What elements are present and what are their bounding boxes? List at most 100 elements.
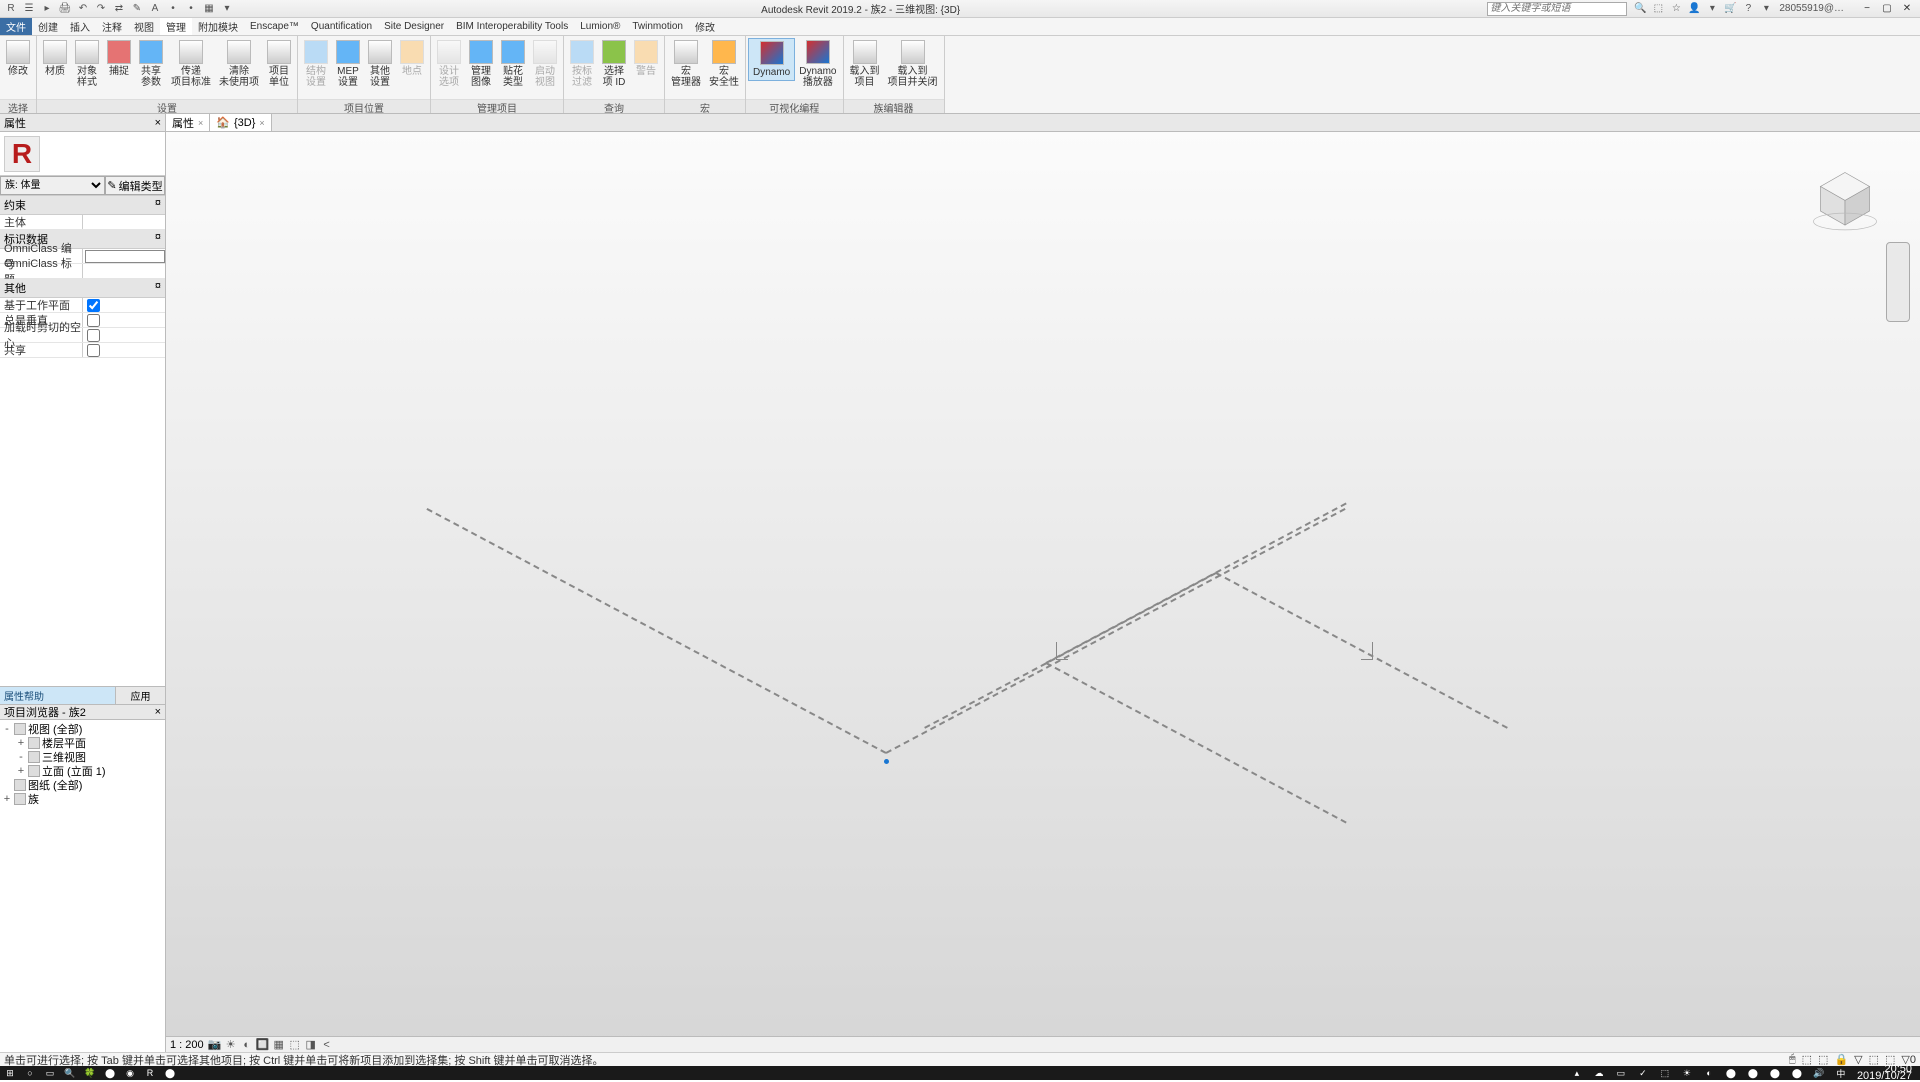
properties-close-icon[interactable]: × <box>155 117 161 129</box>
tab-Quantification[interactable]: Quantification <box>305 18 378 35</box>
tray-icon-0[interactable]: ▴ <box>1567 1066 1587 1080</box>
qat-item-5[interactable]: ↷ <box>94 2 108 16</box>
status-icon-1[interactable]: ⬚ <box>1802 1053 1812 1066</box>
qat-item-8[interactable]: A <box>148 2 162 16</box>
doc-tab-1[interactable]: 🏠{3D}× <box>210 114 271 131</box>
checkbox[interactable] <box>87 299 100 312</box>
properties-help-link[interactable]: 属性帮助 <box>0 687 115 704</box>
ribbon-btn-载入到项目[interactable]: 载入到 项目 <box>846 38 884 90</box>
tab-Site Designer[interactable]: Site Designer <box>378 18 450 35</box>
ribbon-btn-贴花类型[interactable]: 贴花 类型 <box>497 38 529 90</box>
taskbar-clock[interactable]: 20:502019/10/27 <box>1853 1066 1916 1080</box>
tray-icon-3[interactable]: ✓ <box>1633 1066 1653 1080</box>
props-value[interactable] <box>82 298 165 312</box>
checkbox[interactable] <box>87 344 100 357</box>
tab-Enscape™[interactable]: Enscape™ <box>244 18 305 35</box>
qat-item-12[interactable]: ▾ <box>220 2 234 16</box>
qat-item-0[interactable]: R <box>4 2 18 16</box>
ribbon-btn-选择项 ID[interactable]: 选择 项 ID <box>598 38 630 90</box>
tree-expander-icon[interactable]: + <box>16 737 26 749</box>
props-value[interactable] <box>82 215 165 229</box>
tray-icon-1[interactable]: ☁ <box>1589 1066 1609 1080</box>
props-value[interactable] <box>82 313 165 327</box>
browser-node[interactable]: 图纸 (全部) <box>2 778 163 792</box>
status-icon-0[interactable]: 🖱 <box>1789 1053 1796 1066</box>
project-browser-close-icon[interactable]: × <box>155 706 161 718</box>
close-button[interactable]: ✕ <box>1898 2 1916 16</box>
ribbon-btn-宏安全性[interactable]: 宏 安全性 <box>705 38 743 90</box>
tab-Twinmotion[interactable]: Twinmotion <box>626 18 689 35</box>
taskbar-app-1[interactable]: ○ <box>20 1066 40 1080</box>
tree-expander-icon[interactable]: + <box>2 793 12 805</box>
tab-插入[interactable]: 插入 <box>64 18 96 35</box>
viewbar-icon-6[interactable]: ◨ <box>304 1038 318 1052</box>
minimize-button[interactable]: − <box>1858 2 1876 16</box>
tray-icon-8[interactable]: ⬤ <box>1743 1066 1763 1080</box>
checkbox[interactable] <box>87 329 100 342</box>
taskbar-app-8[interactable]: ⬤ <box>160 1066 180 1080</box>
infocenter-search-input[interactable] <box>1487 2 1627 16</box>
edit-type-button[interactable]: ✎编辑类型 <box>105 176 165 195</box>
infocenter-icon-2[interactable]: ☆ <box>1669 2 1683 16</box>
tray-icon-7[interactable]: ⬤ <box>1721 1066 1741 1080</box>
close-icon[interactable]: × <box>259 118 264 128</box>
infocenter-icon-3[interactable]: 👤 <box>1687 2 1701 16</box>
props-section-约束[interactable]: 约束¤ <box>0 196 165 215</box>
props-value[interactable] <box>82 264 165 278</box>
qat-item-2[interactable]: ▸ <box>40 2 54 16</box>
taskbar-app-0[interactable]: ⊞ <box>0 1066 20 1080</box>
tray-icon-12[interactable]: 中 <box>1831 1066 1851 1080</box>
tray-icon-5[interactable]: ☀ <box>1677 1066 1697 1080</box>
maximize-button[interactable]: ▢ <box>1878 2 1896 16</box>
tab-管理[interactable]: 管理 <box>160 18 192 35</box>
ribbon-btn-管理图像[interactable]: 管理 图像 <box>465 38 497 90</box>
tree-expander-icon[interactable]: + <box>16 765 26 777</box>
tree-expander-icon[interactable]: - <box>2 723 12 735</box>
viewbar-icon-5[interactable]: ⬚ <box>288 1038 302 1052</box>
status-icon-5[interactable]: ⬚ <box>1869 1053 1879 1066</box>
browser-node[interactable]: +族 <box>2 792 163 806</box>
taskbar-app-7[interactable]: R <box>140 1066 160 1080</box>
tray-icon-10[interactable]: ⬤ <box>1787 1066 1807 1080</box>
infocenter-icon-5[interactable]: 🛒 <box>1723 2 1737 16</box>
3d-viewport[interactable]: 1 : 200 📷☀◐🔲▦⬚◨< <box>166 132 1920 1052</box>
viewbar-icon-2[interactable]: ◐ <box>240 1038 254 1052</box>
status-icon-2[interactable]: ⬚ <box>1818 1053 1828 1066</box>
ribbon-btn-修改[interactable]: 修改 <box>2 38 34 79</box>
tray-icon-6[interactable]: ◐ <box>1699 1066 1719 1080</box>
doc-tab-0[interactable]: 属性× <box>166 114 210 131</box>
props-value[interactable] <box>82 343 165 357</box>
ribbon-btn-MEP设置[interactable]: MEP 设置 <box>332 38 364 90</box>
tab-Lumion®[interactable]: Lumion® <box>574 18 626 35</box>
ribbon-btn-对象样式[interactable]: 对象 样式 <box>71 38 103 90</box>
qat-item-6[interactable]: ⇄ <box>112 2 126 16</box>
checkbox[interactable] <box>87 314 100 327</box>
close-icon[interactable]: × <box>198 118 203 128</box>
tab-BIM Interoperability Tools[interactable]: BIM Interoperability Tools <box>450 18 574 35</box>
qat-item-3[interactable]: 🖨 <box>58 2 72 16</box>
tab-注释[interactable]: 注释 <box>96 18 128 35</box>
props-value[interactable] <box>82 328 165 342</box>
taskbar-app-4[interactable]: 🍀 <box>80 1066 100 1080</box>
viewbar-icon-3[interactable]: 🔲 <box>256 1038 270 1052</box>
viewbar-icon-0[interactable]: 📷 <box>208 1038 222 1052</box>
viewbar-icon-4[interactable]: ▦ <box>272 1038 286 1052</box>
props-section-其他[interactable]: 其他¤ <box>0 279 165 298</box>
properties-apply-button[interactable]: 应用 <box>115 687 165 704</box>
origin-point[interactable] <box>884 759 889 764</box>
viewcube[interactable] <box>1810 162 1880 232</box>
ribbon-btn-材质[interactable]: 材质 <box>39 38 71 79</box>
infocenter-icon-1[interactable]: ⬚ <box>1651 2 1665 16</box>
qat-item-10[interactable]: • <box>184 2 198 16</box>
user-label[interactable]: 28055919@… <box>1779 2 1844 16</box>
infocenter-icon-0[interactable]: 🔍 <box>1633 2 1647 16</box>
taskbar-app-2[interactable]: ▭ <box>40 1066 60 1080</box>
ribbon-btn-载入到项目并关闭[interactable]: 载入到 项目并关闭 <box>884 38 942 90</box>
taskbar-app-3[interactable]: 🔍 <box>60 1066 80 1080</box>
ribbon-btn-Dynamo播放器[interactable]: Dynamo 播放器 <box>795 38 840 90</box>
ribbon-btn-清除未使用项[interactable]: 清除 未使用项 <box>215 38 263 90</box>
qat-item-4[interactable]: ↶ <box>76 2 90 16</box>
tab-文件[interactable]: 文件 <box>0 18 32 35</box>
view-scale[interactable]: 1 : 200 <box>170 1039 204 1051</box>
ribbon-btn-共享参数[interactable]: 共享 参数 <box>135 38 167 90</box>
